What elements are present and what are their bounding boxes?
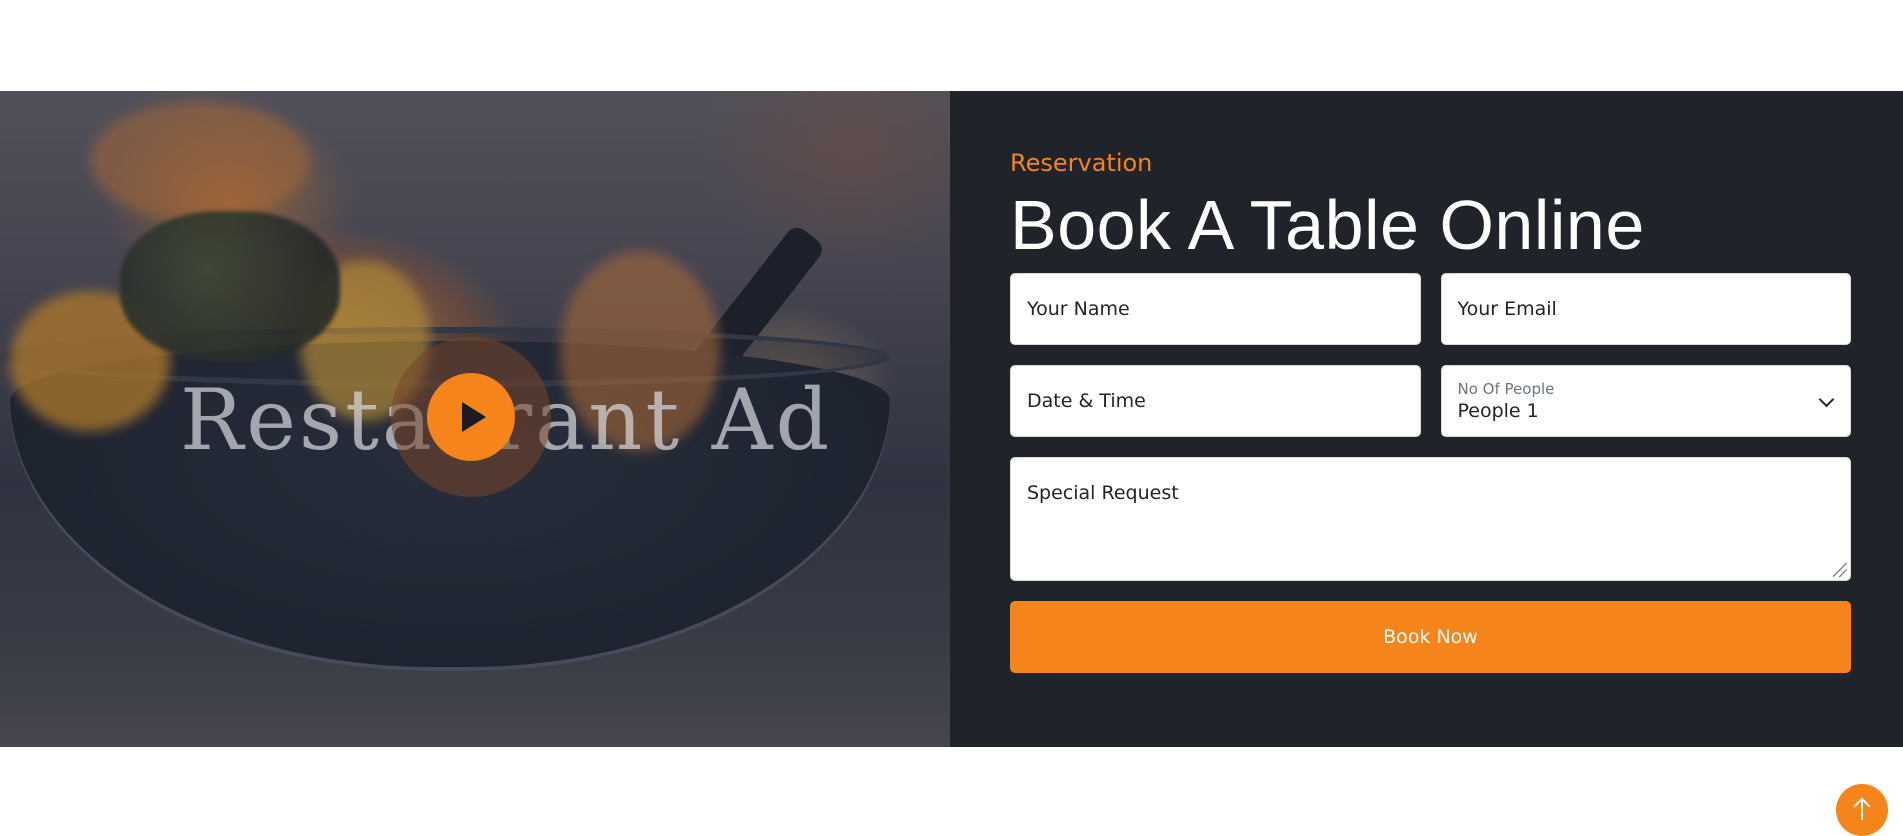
- special-request-placeholder: Special Request: [1027, 482, 1179, 504]
- chevron-down-icon: [1818, 391, 1835, 408]
- reservation-form-panel: Reservation Book A Table Online Your Nam…: [950, 91, 1903, 747]
- section-eyebrow: Reservation: [1010, 149, 1153, 177]
- video-panel: Restaurant Ad: [0, 91, 950, 747]
- back-to-top-button[interactable]: [1836, 784, 1888, 836]
- play-icon: [462, 402, 486, 432]
- people-select-caption: No Of People: [1457, 380, 1555, 398]
- email-field[interactable]: Your Email: [1440, 273, 1851, 345]
- special-request-field[interactable]: Special Request: [1010, 457, 1851, 581]
- people-select-value: People 1: [1457, 400, 1539, 422]
- page-title: Book A Table Online: [1010, 186, 1645, 264]
- datetime-field[interactable]: Date & Time: [1010, 365, 1421, 437]
- form-row-2: Date & Time No Of People People 1: [1010, 365, 1851, 437]
- book-now-button[interactable]: Book Now: [1010, 601, 1851, 673]
- play-video-button[interactable]: [427, 373, 515, 461]
- form-row-1: Your Name Your Email: [1010, 273, 1851, 345]
- name-field[interactable]: Your Name: [1010, 273, 1421, 345]
- people-select[interactable]: No Of People People 1: [1440, 365, 1851, 437]
- reservation-section: Restaurant Ad Reservation Book A Table O…: [0, 91, 1903, 747]
- resize-handle-icon[interactable]: [1833, 563, 1847, 577]
- arrow-up-icon: [1861, 800, 1863, 820]
